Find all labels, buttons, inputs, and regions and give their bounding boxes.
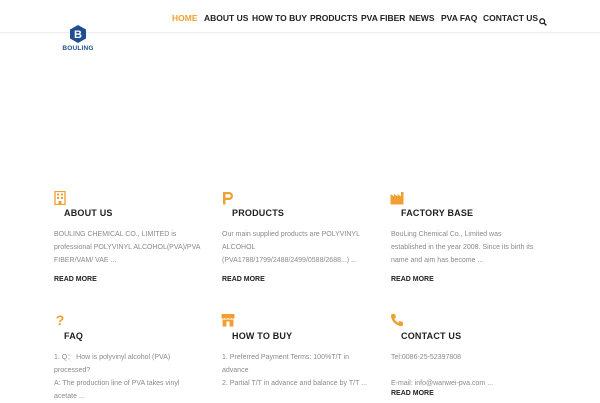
building-icon — [54, 191, 66, 205]
nav-how-to-buy[interactable]: HOW TO BUY — [252, 12, 307, 26]
feature-text: BOULING CHEMICAL CO., LIMITED is professi… — [54, 231, 201, 264]
search-icon[interactable] — [539, 13, 547, 31]
feature-title: CONTACT US — [401, 331, 462, 341]
read-more-link[interactable]: READ MORE — [391, 390, 434, 397]
feature-text: Our main supplied products are POLYVINYL… — [222, 231, 360, 264]
nav-products[interactable]: PRODUCTS — [310, 12, 358, 26]
nav-pva-fiber[interactable]: PVA FIBER — [361, 12, 405, 26]
top-header: B BOULING HOME ABOUT US HOW TO BUY PRODU… — [0, 0, 600, 52]
nav-contact-us[interactable]: CONTACT US — [483, 12, 538, 26]
logo-hexagon-icon: B — [70, 25, 86, 43]
svg-text:B: B — [74, 29, 82, 41]
feature-title: HOW TO BUY — [232, 331, 293, 341]
svg-text:?: ? — [56, 313, 65, 327]
site-logo[interactable]: B BOULING — [61, 24, 95, 52]
nav-news[interactable]: NEWS — [409, 12, 435, 26]
feature-title: ABOUT US — [64, 208, 113, 218]
read-more-link[interactable]: READ MORE — [391, 276, 434, 283]
question-icon: ? — [56, 313, 65, 327]
nav-home[interactable]: HOME — [172, 12, 198, 26]
feature-text: 1. Preferred Payment Terms: 100%T/T in ad… — [222, 354, 368, 387]
feature-text: BouLing Chemical Co., Limited was establi… — [391, 231, 534, 264]
factory-icon — [390, 192, 404, 205]
nav-about-us[interactable]: ABOUT US — [204, 12, 248, 26]
phone-icon — [390, 314, 403, 327]
nav-pva-faq[interactable]: PVA FAQ — [441, 12, 477, 26]
feature-text: 1. Q： How is polyvinyl alcohol (PVA) proc… — [54, 354, 180, 400]
logo-text: BOULING — [62, 45, 94, 52]
feature-text: Tel:0086-25-52397808 E-mail: info@wanwei… — [391, 354, 494, 387]
feature-title: PRODUCTS — [232, 208, 285, 218]
store-icon — [221, 314, 235, 327]
read-more-link[interactable]: READ MORE — [54, 276, 97, 283]
feature-title: FACTORY BASE — [401, 208, 474, 218]
p-letter-icon — [223, 192, 233, 205]
read-more-link[interactable]: READ MORE — [222, 276, 265, 283]
feature-title: FAQ — [64, 331, 84, 341]
